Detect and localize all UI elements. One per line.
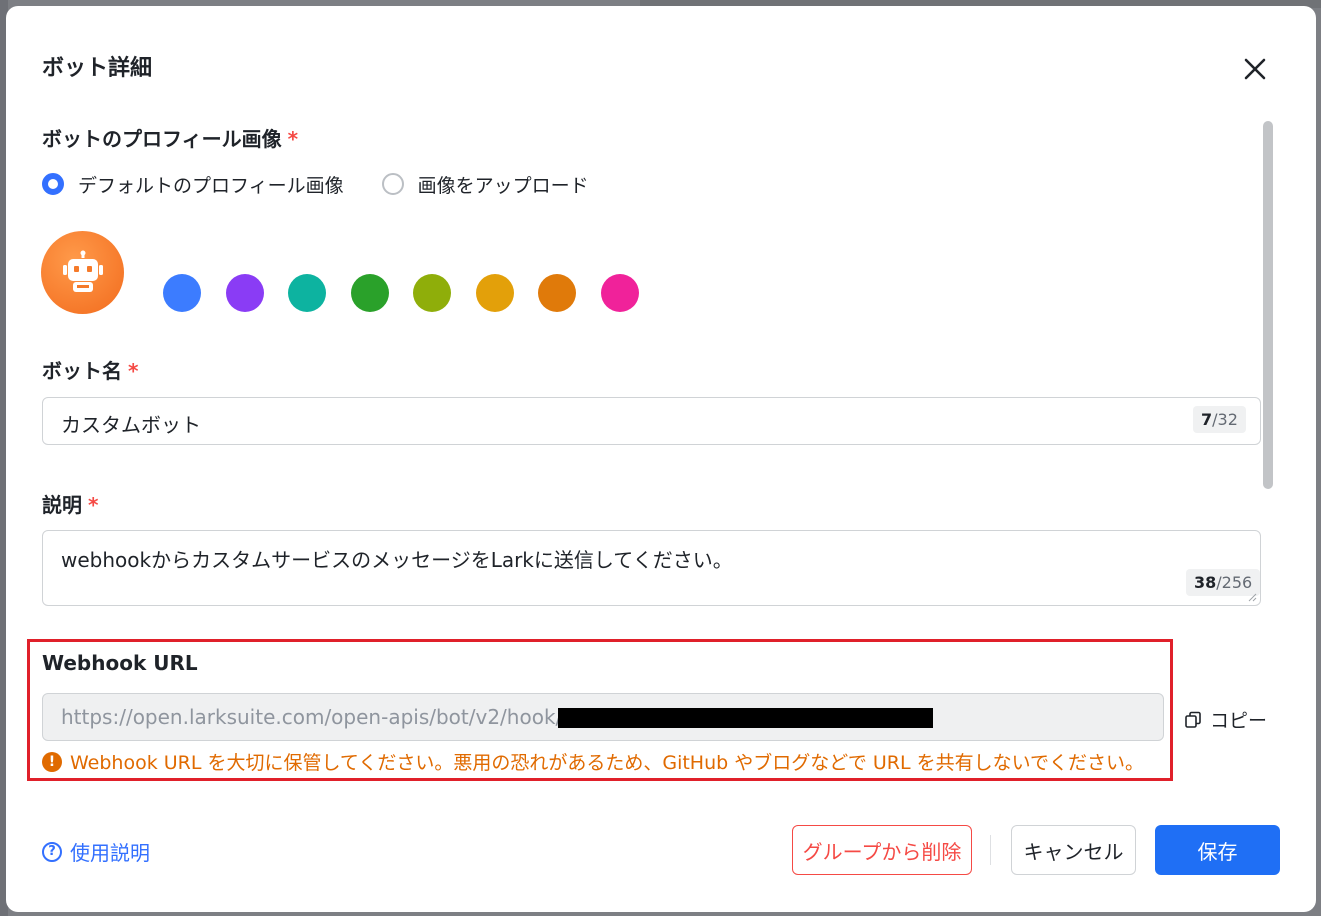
color-swatch[interactable] bbox=[288, 274, 326, 312]
bot-name-counter: 7/32 bbox=[1193, 406, 1246, 433]
help-link-label: 使用説明 bbox=[70, 841, 150, 865]
dialog-title: ボット詳細 bbox=[42, 56, 153, 81]
bot-name-label-text: ボット名 bbox=[42, 359, 122, 383]
color-swatch[interactable] bbox=[413, 274, 451, 312]
radio-default-image[interactable]: デフォルトのプロフィール画像 bbox=[42, 171, 344, 198]
radio-upload-image-label: 画像をアップロード bbox=[417, 174, 589, 197]
cancel-button[interactable]: キャンセル bbox=[1011, 825, 1136, 875]
color-swatch[interactable] bbox=[163, 274, 201, 312]
description-label-text: 説明 bbox=[42, 493, 82, 517]
radio-checked-icon bbox=[42, 173, 64, 195]
color-swatch[interactable] bbox=[475, 274, 514, 312]
remove-from-group-button[interactable]: グループから削除 bbox=[792, 825, 972, 875]
profile-image-options: デフォルトのプロフィール画像 画像をアップロード bbox=[42, 169, 627, 199]
warning-icon: ! bbox=[42, 751, 62, 772]
bot-name-input[interactable]: カスタムボット 7/32 bbox=[42, 397, 1261, 445]
profile-image-label: ボットのプロフィール画像 * bbox=[42, 123, 298, 152]
webhook-url-label: Webhook URL bbox=[42, 651, 198, 675]
required-mark: * bbox=[88, 493, 99, 517]
bot-name-max: /32 bbox=[1212, 410, 1238, 429]
webhook-url-field[interactable]: https://open.larksuite.com/open-apis/bot… bbox=[42, 693, 1164, 741]
radio-upload-image[interactable]: 画像をアップロード bbox=[381, 171, 589, 198]
resize-handle-icon[interactable] bbox=[1247, 592, 1257, 602]
footer-divider bbox=[990, 835, 991, 865]
save-button[interactable]: 保存 bbox=[1155, 825, 1280, 875]
webhook-warning: ! Webhook URL を大切に保管してください。悪用の恐れがあるため、Gi… bbox=[42, 748, 1144, 775]
close-icon[interactable] bbox=[1237, 51, 1273, 87]
redacted-token bbox=[558, 708, 933, 728]
bot-name-value: カスタムボット bbox=[61, 413, 201, 437]
copy-icon bbox=[1185, 711, 1201, 728]
bot-avatar bbox=[41, 231, 124, 314]
description-label: 説明 * bbox=[42, 489, 98, 518]
description-value: webhookからカスタムサービスのメッセージをLarkに送信してください。 bbox=[61, 548, 733, 572]
radio-unchecked-icon bbox=[381, 173, 404, 195]
description-max: /256 bbox=[1216, 573, 1253, 592]
webhook-url-value: https://open.larksuite.com/open-apis/bot… bbox=[61, 705, 563, 729]
copy-button[interactable]: コピー bbox=[1184, 706, 1267, 733]
required-mark: * bbox=[287, 127, 299, 151]
bot-name-count: 7 bbox=[1201, 410, 1213, 429]
color-swatch[interactable] bbox=[600, 274, 639, 312]
help-icon: ? bbox=[42, 841, 62, 862]
bot-detail-dialog: ボット詳細 ボットのプロフィール画像 * デフォルトのプロフィール画像 画像をアッ… bbox=[6, 6, 1316, 912]
description-count: 38 bbox=[1194, 573, 1217, 592]
copy-label: コピー bbox=[1210, 710, 1268, 732]
robot-icon bbox=[62, 250, 103, 292]
bot-name-label: ボット名 * bbox=[42, 355, 138, 384]
required-mark: * bbox=[128, 359, 139, 383]
profile-image-label-text: ボットのプロフィール画像 bbox=[42, 127, 282, 151]
color-swatch[interactable] bbox=[350, 274, 389, 312]
scrollbar[interactable] bbox=[1263, 121, 1273, 489]
help-link[interactable]: ? 使用説明 bbox=[42, 837, 150, 866]
color-swatch[interactable] bbox=[225, 274, 264, 312]
color-swatch[interactable] bbox=[538, 274, 576, 312]
description-textarea[interactable]: webhookからカスタムサービスのメッセージをLarkに送信してください。 3… bbox=[42, 530, 1261, 606]
webhook-warning-text: Webhook URL を大切に保管してください。悪用の恐れがあるため、GitH… bbox=[70, 752, 1145, 774]
radio-default-image-label: デフォルトのプロフィール画像 bbox=[78, 174, 344, 197]
